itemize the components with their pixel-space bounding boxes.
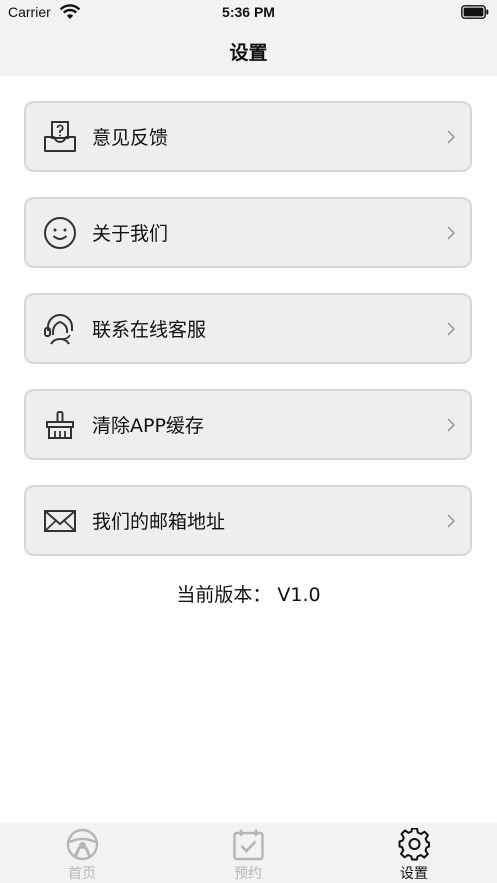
tab-label: 首页 (68, 866, 96, 882)
menu-item-contact-support[interactable]: 联系在线客服 (24, 293, 472, 364)
menu-item-label: 意见反馈 (92, 127, 169, 149)
settings-menu: 意见反馈 关于我们 联系在线客服 清除APP缓存 我们的邮箱地址 (24, 101, 472, 581)
gear-icon (398, 828, 430, 861)
chevron-right-icon (447, 226, 456, 240)
menu-item-label: 清除APP缓存 (92, 415, 204, 437)
mail-envelope-icon (44, 510, 76, 532)
tab-label: 设置 (400, 866, 428, 882)
menu-item-email-address[interactable]: 我们的邮箱地址 (24, 485, 472, 556)
headset-support-icon (44, 314, 73, 345)
battery-icon (461, 5, 489, 19)
tab-appointment[interactable]: 预约 (188, 823, 308, 883)
navigation-bar: 设置 (0, 26, 497, 76)
page-title: 设置 (229, 42, 268, 64)
tab-home[interactable]: 首页 (22, 823, 142, 883)
tab-bar: 首页 预约 设置 (0, 823, 497, 883)
feedback-inbox-question-icon (44, 121, 76, 152)
menu-item-clear-cache[interactable]: 清除APP缓存 (24, 389, 472, 460)
smile-face-icon (44, 217, 76, 249)
tab-settings[interactable]: 设置 (354, 823, 474, 883)
chevron-right-icon (447, 418, 456, 432)
steering-wheel-icon (66, 828, 99, 861)
chevron-right-icon (447, 322, 456, 336)
menu-item-label: 联系在线客服 (92, 319, 207, 341)
menu-item-label: 关于我们 (92, 223, 169, 245)
calendar-check-icon (233, 829, 264, 861)
status-bar: Carrier 5:36 PM (0, 0, 497, 26)
menu-item-feedback[interactable]: 意见反馈 (24, 101, 472, 172)
menu-item-about-us[interactable]: 关于我们 (24, 197, 472, 268)
chevron-right-icon (447, 130, 456, 144)
version-label: 当前版本： V1.0 (176, 584, 321, 606)
menu-item-label: 我们的邮箱地址 (92, 511, 226, 533)
broom-clean-icon (46, 411, 74, 439)
tab-label: 预约 (234, 866, 262, 882)
chevron-right-icon (447, 514, 456, 528)
status-time: 5:36 PM (222, 4, 275, 20)
